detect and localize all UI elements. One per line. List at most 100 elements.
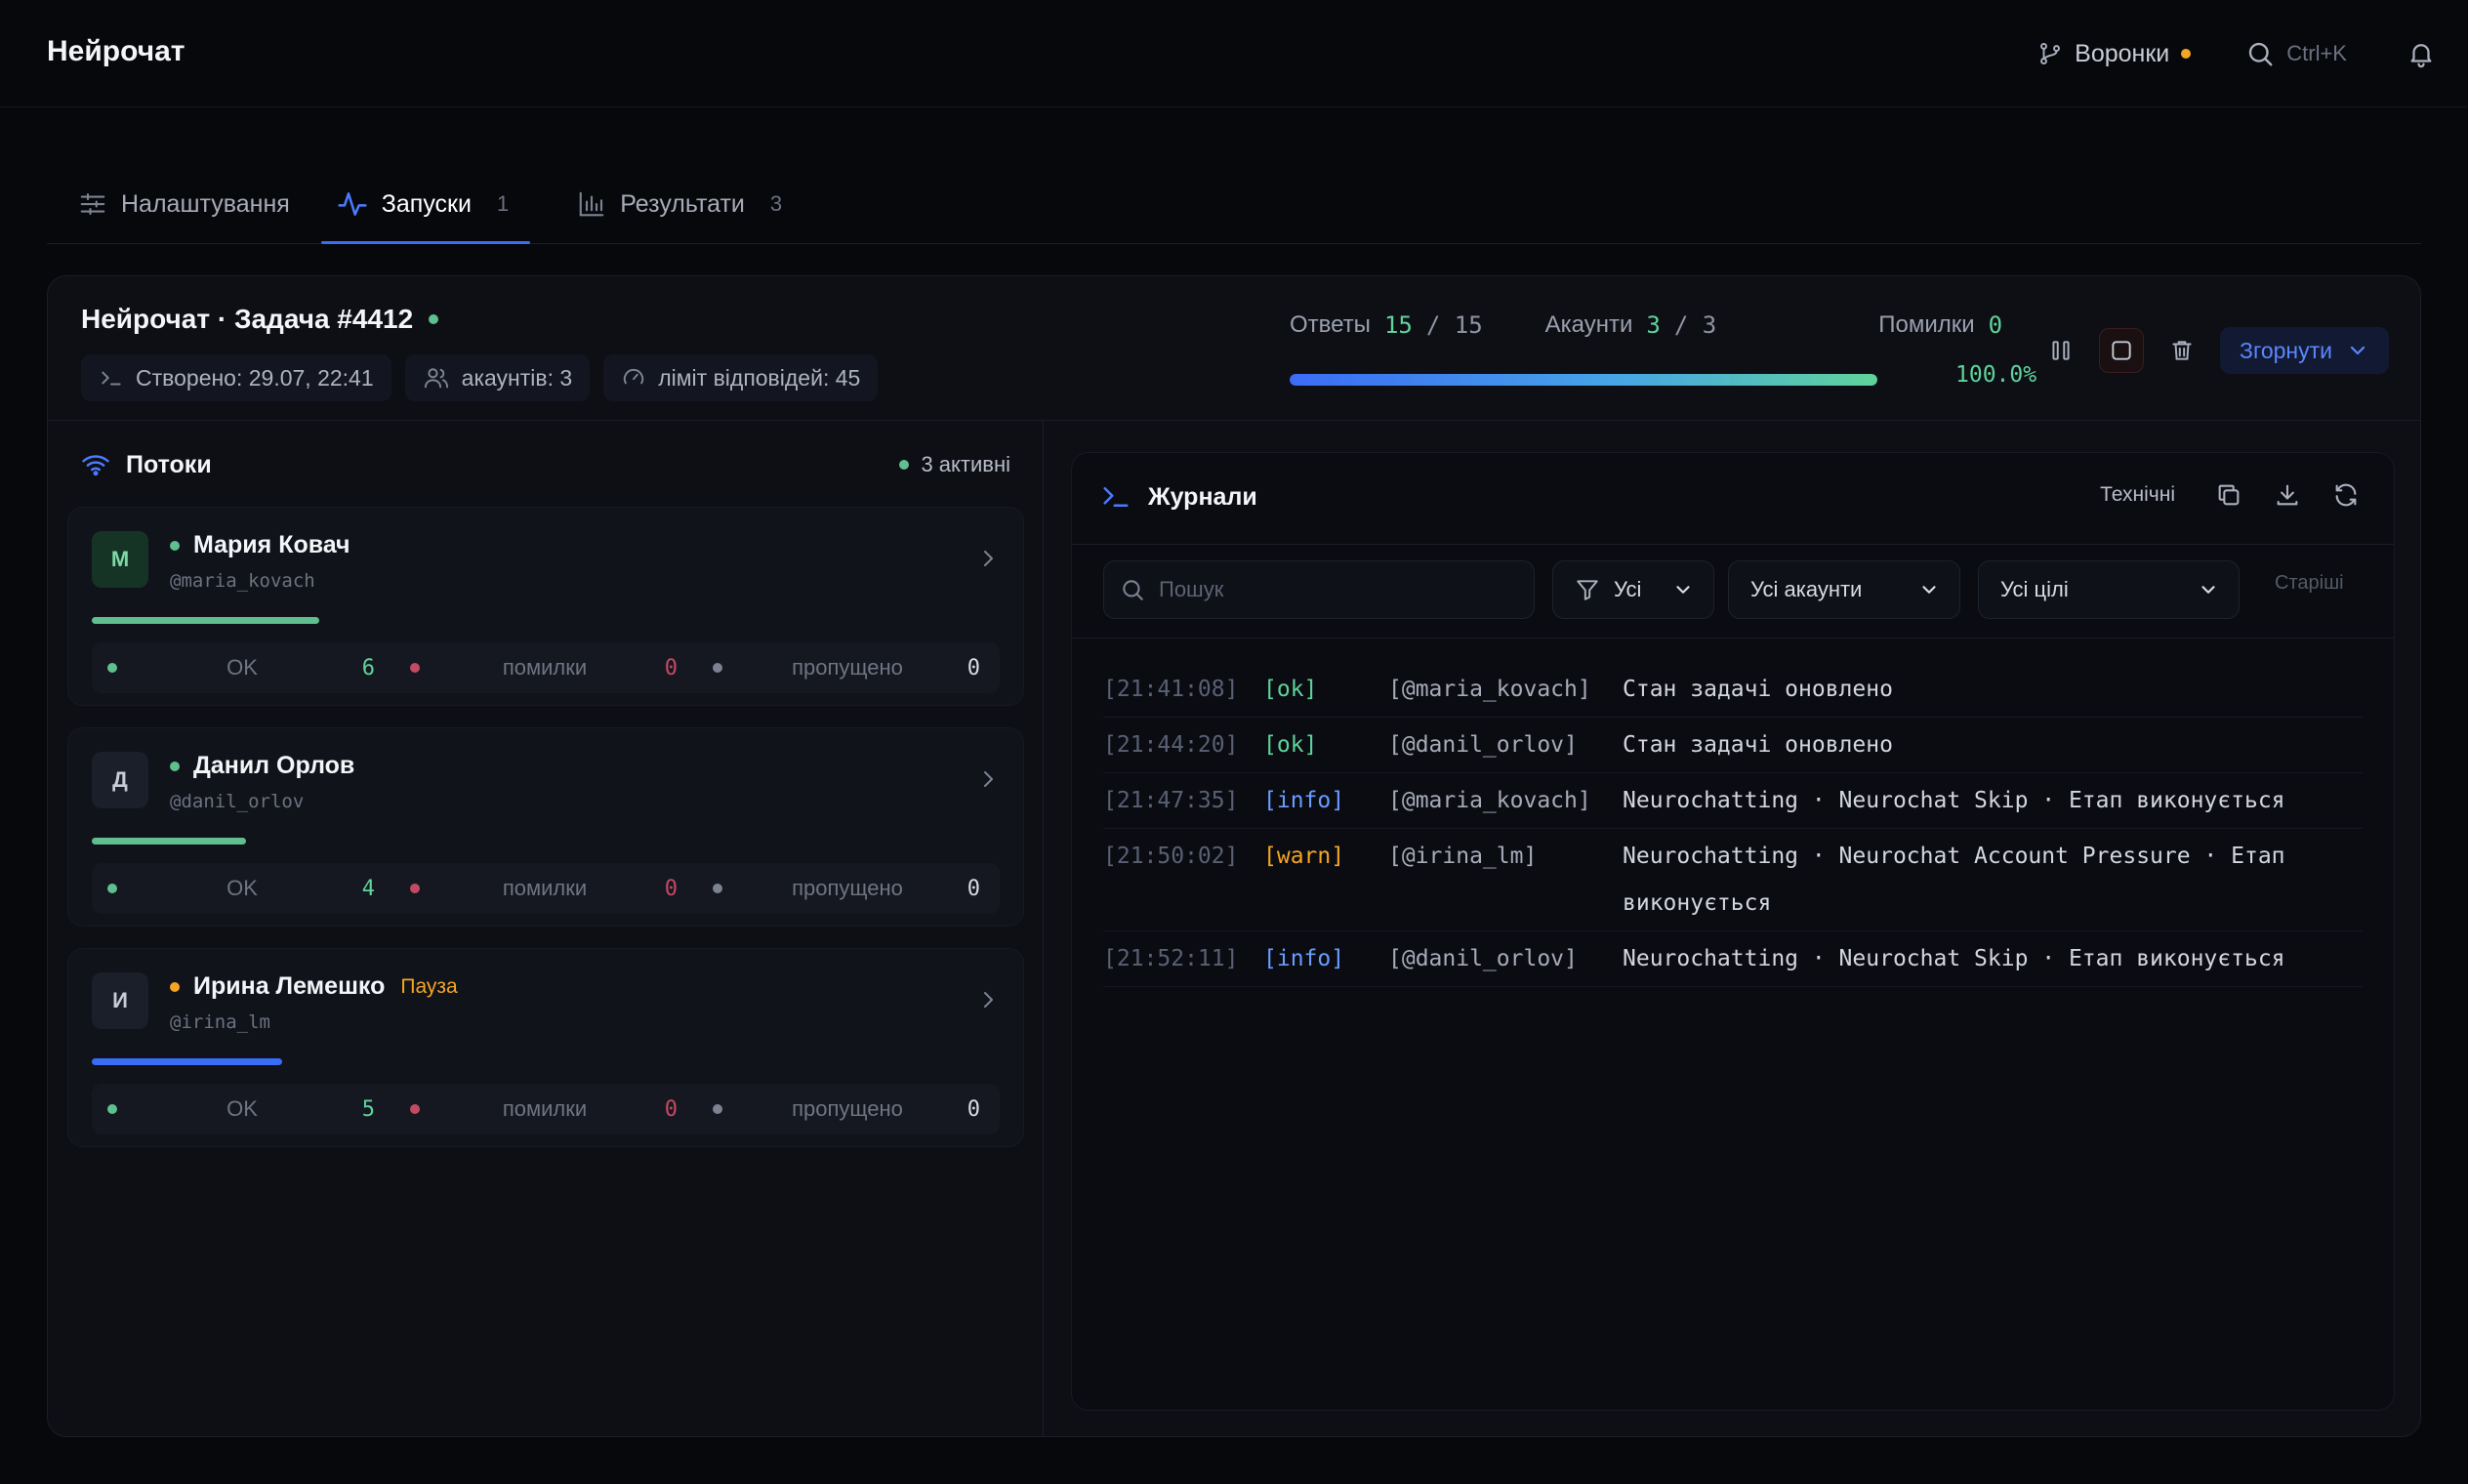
funnels-button[interactable]: Воронки — [2037, 39, 2192, 68]
log-time: [21:44:20] — [1103, 732, 1239, 758]
log-list: [21:41:08] [ok] [@maria_kovach] Стан зад… — [1103, 662, 2363, 987]
notifications-button[interactable] — [2404, 36, 2439, 71]
created-label: Створено: 29.07, 22:41 — [136, 364, 374, 391]
logs-title-row: Журнали — [1101, 482, 1257, 512]
task-card: Нейрочат · Задача #4412 Створено: 29.07,… — [47, 275, 2421, 1437]
stream-name: Ирина Лемешко — [193, 972, 386, 1000]
stream-card[interactable]: И Ирина Лемешко Пауза @irina_lm OK 5 пом… — [67, 948, 1024, 1147]
stop-button[interactable] — [2099, 328, 2145, 373]
log-message: Neurochatting · Neurochat Account Pressu… — [1623, 844, 2285, 916]
level-filter-select[interactable]: Усі — [1552, 560, 1714, 619]
log-message: Neurochatting · Neurochat Skip · Етап ви… — [1623, 946, 2285, 971]
log-account: [@maria_kovach] — [1388, 677, 1591, 702]
stop-icon — [2109, 338, 2134, 363]
log-time: [21:50:02] — [1103, 844, 1239, 869]
ok-dot — [107, 663, 117, 673]
stream-handle: @danil_orlov — [170, 791, 305, 812]
git-branch-icon — [2037, 41, 2063, 66]
avatar: И — [92, 972, 148, 1029]
refresh-button[interactable] — [2329, 478, 2363, 512]
log-row: [21:50:02] [warn] [@irina_lm] Neurochatt… — [1103, 829, 2363, 931]
stream-stats: OK 5 помилки 0 пропущено 0 — [92, 1084, 1000, 1134]
log-row: [21:47:35] [info] [@maria_kovach] Neuroc… — [1103, 773, 2363, 829]
errors-label: помилки — [502, 1096, 588, 1121]
stream-progress-bar — [92, 617, 319, 624]
log-time: [21:47:35] — [1103, 788, 1239, 813]
log-row: [21:52:11] [info] [@danil_orlov] Neuroch… — [1103, 931, 2363, 987]
limit-label: ліміт відповідей: 45 — [658, 364, 861, 391]
stream-handle: @maria_kovach — [170, 570, 315, 592]
stream-status-dot — [170, 981, 180, 992]
log-time: [21:41:08] — [1103, 677, 1239, 702]
overall-progress-bar — [1290, 374, 1877, 386]
errors-dot — [410, 1104, 420, 1114]
users-icon — [423, 364, 450, 392]
stream-name: Мария Ковач — [193, 531, 350, 558]
pause-icon — [2048, 338, 2074, 363]
log-level: [ok] — [1263, 732, 1318, 758]
answers-label: Ответы — [1290, 311, 1371, 338]
errors-stat: помилки 0 — [394, 1084, 697, 1134]
tab-results[interactable]: Результати 3 — [530, 166, 798, 242]
accounts-filter-select[interactable]: Усі акаунти — [1728, 560, 1960, 619]
older-button[interactable]: Старіші — [2275, 572, 2344, 595]
streams-header: Потоки 3 активні — [81, 450, 1010, 479]
tab-runs[interactable]: Запуски 1 — [320, 166, 531, 244]
terminal-icon — [99, 365, 124, 391]
answers-total: / 15 — [1425, 311, 1483, 339]
errors-stat: помилки 0 — [394, 863, 697, 914]
errors-label: помилки — [502, 655, 588, 680]
stream-card[interactable]: Д Данил Орлов @danil_orlov OK 4 помилки — [67, 727, 1024, 927]
skipped-dot — [713, 884, 722, 893]
log-account: [@irina_lm] — [1388, 844, 1538, 869]
accounts-filter-value: Усі акаунти — [1750, 577, 1863, 601]
sliders-icon — [78, 189, 107, 219]
collapse-button[interactable]: Згорнути — [2220, 327, 2389, 374]
skipped-stat: пропущено 0 — [697, 863, 1000, 914]
refresh-icon — [2335, 483, 2357, 507]
technical-toggle[interactable]: Технічні — [2100, 483, 2175, 507]
streams-title: Потоки — [126, 450, 212, 478]
stream-card[interactable]: М Мария Ковач @maria_kovach OK 6 помилки — [67, 507, 1024, 706]
chevron-right-icon — [976, 547, 1000, 570]
logs-search — [1103, 560, 1535, 619]
log-row: [21:41:08] [ok] [@maria_kovach] Стан зад… — [1103, 662, 2363, 718]
task-meta: Створено: 29.07, 22:41 акаунтів: 3 ліміт… — [81, 354, 879, 401]
download-button[interactable] — [2271, 478, 2304, 512]
streams-title-row: Потоки — [81, 450, 212, 479]
funnels-label: Воронки — [2075, 39, 2170, 67]
limit-chip: ліміт відповідей: 45 — [603, 354, 879, 401]
skipped-count: 0 — [967, 1096, 980, 1122]
pause-button[interactable] — [2038, 328, 2083, 373]
created-chip: Створено: 29.07, 22:41 — [81, 354, 391, 401]
logs-search-input[interactable] — [1159, 577, 1510, 602]
copy-button[interactable] — [2212, 478, 2245, 512]
filter-icon — [1575, 577, 1600, 602]
stream-progress-bar — [92, 1058, 282, 1065]
tab-settings[interactable]: Налаштування — [47, 166, 306, 242]
global-search-button[interactable]: Ctrl+K — [2245, 39, 2347, 68]
ok-count: 4 — [361, 876, 375, 901]
tab-bar: Налаштування Запуски 1 Результати 3 — [47, 166, 2421, 244]
task-actions: Згорнути — [2038, 327, 2389, 374]
chevron-down-icon — [2198, 579, 2219, 600]
targets-filter-select[interactable]: Усі цілі — [1978, 560, 2240, 619]
active-dot — [899, 460, 910, 470]
stream-name-row: Мария Ковач — [170, 531, 350, 559]
tab-runs-label: Запуски — [381, 189, 472, 218]
skipped-stat: пропущено 0 — [697, 642, 1000, 693]
errors-count: 0 — [664, 655, 678, 680]
accounts-stat-label: Акаунти — [1544, 311, 1633, 338]
ok-label: OK — [226, 655, 258, 680]
trash-icon — [2169, 338, 2195, 363]
funnels-status-dot — [2181, 49, 2192, 59]
ok-count: 5 — [361, 1096, 375, 1122]
errors-label: помилки — [502, 876, 588, 900]
log-message: Стан задачі оновлено — [1623, 732, 1893, 758]
task-title: Нейрочат · Задача #4412 — [81, 304, 414, 334]
errors-count: 0 — [664, 876, 678, 901]
level-filter-value: Усі — [1614, 577, 1642, 601]
answers-done: 15 — [1383, 311, 1413, 339]
chevron-right-icon — [976, 767, 1000, 791]
delete-button[interactable] — [2160, 328, 2204, 373]
